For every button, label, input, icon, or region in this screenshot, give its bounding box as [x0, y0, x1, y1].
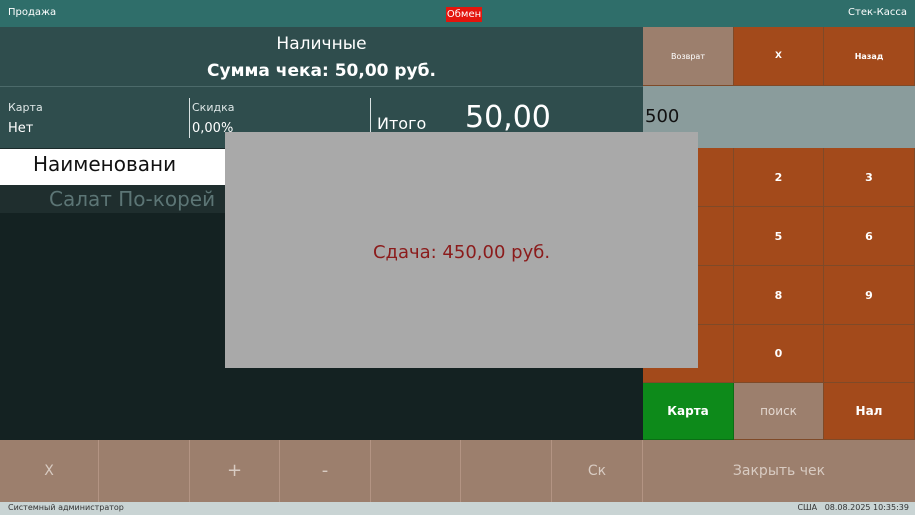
x-button[interactable]: X [734, 27, 824, 86]
cash-payment-button[interactable]: Нал [824, 383, 915, 440]
increase-qty-button[interactable]: + [190, 440, 280, 502]
status-bar: Системный администратор США 08.08.2025 1… [0, 502, 915, 515]
total-value: 50,00 [465, 100, 551, 135]
keypad-key-0[interactable]: 0 [734, 325, 824, 383]
toolbar-button-empty[interactable] [461, 440, 552, 502]
title-bar: Продажа Обмен Стек-Касса [0, 0, 915, 27]
keypad-key-clear[interactable] [824, 325, 915, 383]
return-button[interactable]: Возврат [643, 27, 734, 86]
payment-type: Наличные [276, 34, 367, 54]
toolbar-button-empty[interactable] [99, 440, 190, 502]
receipt-sum: Сумма чека: 50,00 руб. [207, 61, 436, 81]
card-label: Карта [8, 101, 43, 114]
keypad-key-9[interactable]: 9 [824, 266, 915, 325]
close-receipt-button[interactable]: Закрыть чек [643, 440, 915, 502]
exchange-badge[interactable]: Обмен [446, 7, 482, 22]
receipt-header: Наличные Сумма чека: 50,00 руб. [0, 27, 643, 86]
current-user: Системный администратор [8, 503, 124, 512]
keypad-key-6[interactable]: 6 [824, 207, 915, 266]
delete-item-button[interactable]: X [0, 440, 99, 502]
change-amount: Сдача: 450,00 руб. [372, 242, 551, 263]
total-label: Итого [377, 114, 427, 133]
search-button[interactable]: поиск [734, 383, 824, 440]
keypad-key-3[interactable]: 3 [824, 148, 915, 207]
discount-button[interactable]: Ск [552, 440, 643, 502]
discount-label: Скидка [192, 101, 235, 114]
change-dialog[interactable]: Сдача: 450,00 руб. [225, 132, 698, 368]
region-datetime: США 08.08.2025 10:35:39 [797, 503, 909, 512]
bottom-toolbar: X + - Ск [0, 440, 643, 502]
amount-value: 500 [645, 106, 680, 127]
toolbar-button-empty[interactable] [371, 440, 461, 502]
item-name: Салат По-корей [49, 187, 216, 211]
back-button[interactable]: Назад [824, 27, 915, 86]
card-value: Нет [8, 121, 34, 136]
column-name-header: Наименовани [33, 152, 177, 176]
card-payment-button[interactable]: Карта [643, 383, 734, 440]
app-name: Стек-Касса [848, 7, 907, 18]
window-title: Продажа [8, 7, 57, 18]
divider [189, 98, 190, 138]
keypad-key-5[interactable]: 5 [734, 207, 824, 266]
keypad-key-2[interactable]: 2 [734, 148, 824, 207]
keypad-key-8[interactable]: 8 [734, 266, 824, 325]
decrease-qty-button[interactable]: - [280, 440, 371, 502]
